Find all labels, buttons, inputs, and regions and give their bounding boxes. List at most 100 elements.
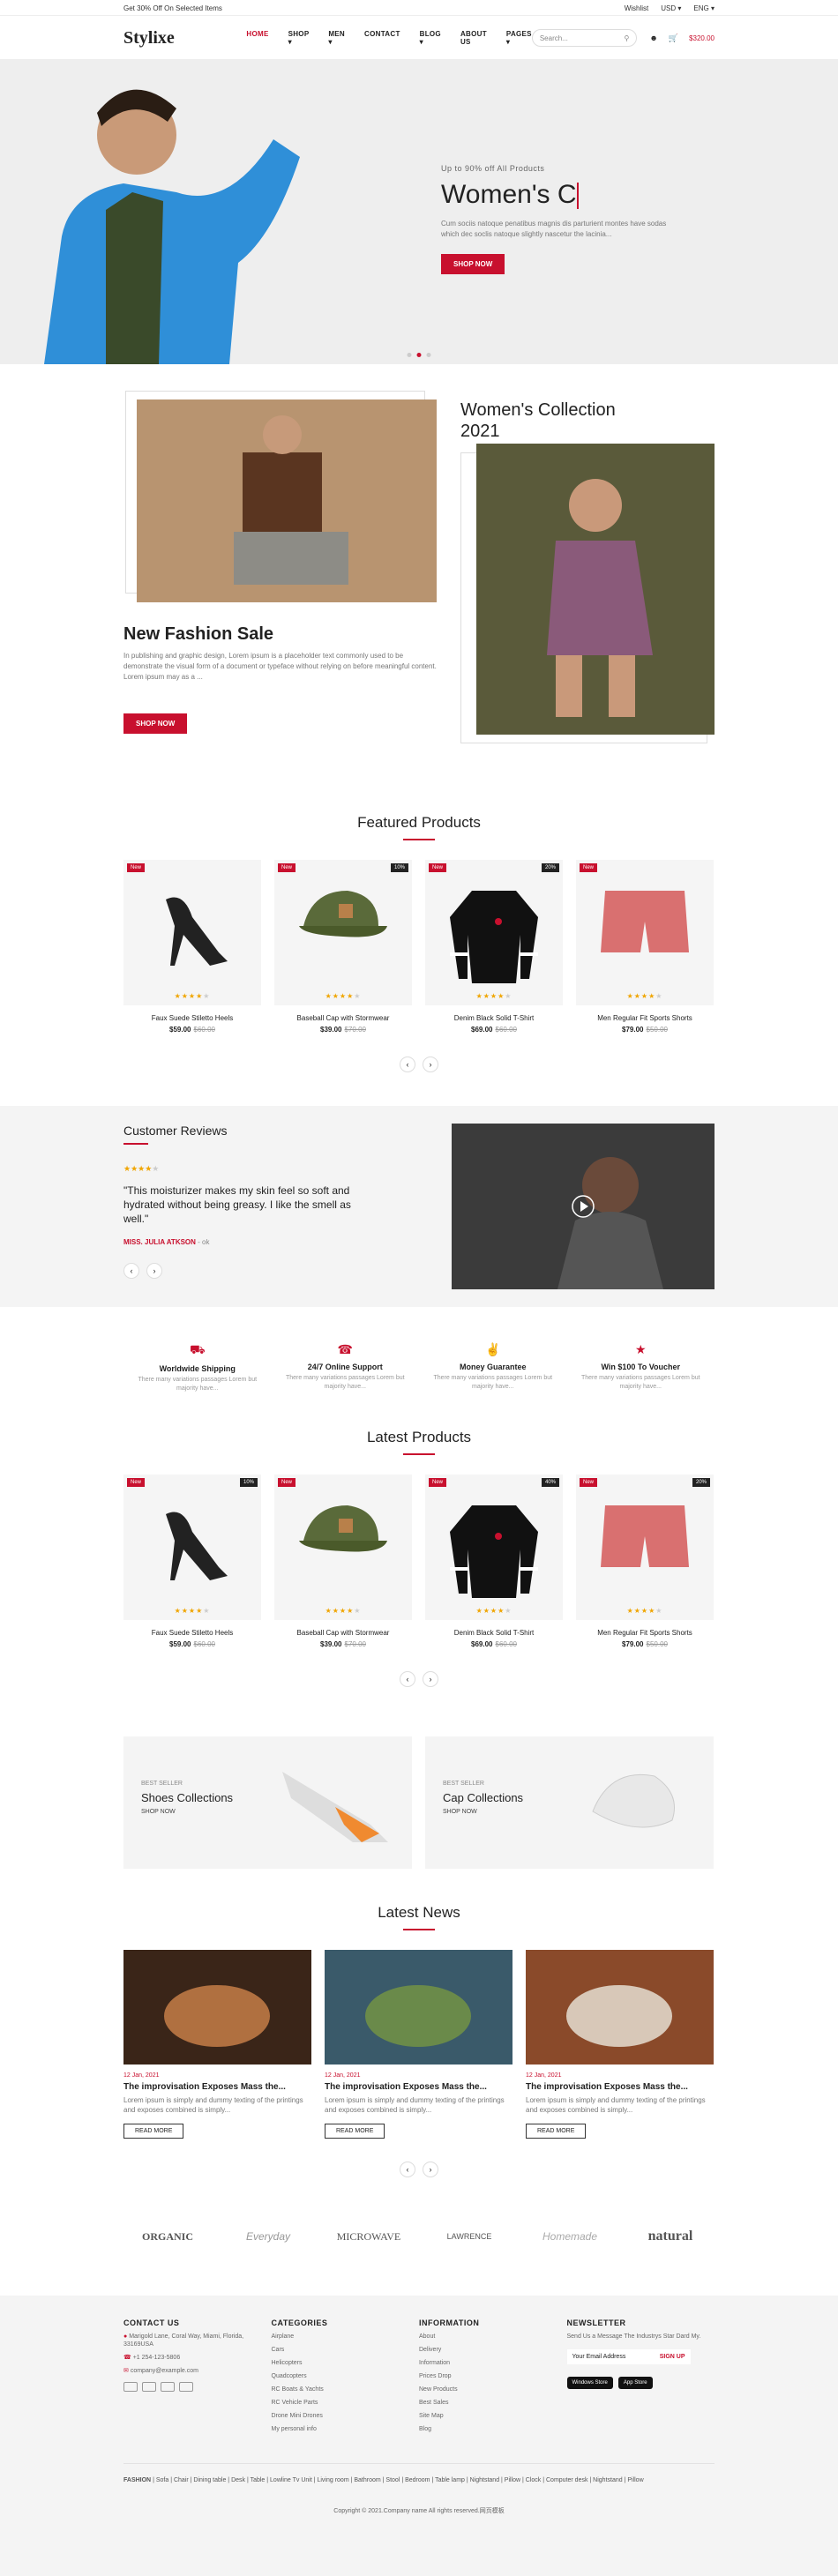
collection-section: New Fashion Sale In publishing and graph…: [123, 364, 715, 814]
next-arrow-icon[interactable]: ›: [423, 1057, 438, 1072]
footer-category-link[interactable]: Helicopters: [272, 2359, 420, 2367]
nav-pages[interactable]: PAGES ▾: [506, 30, 532, 46]
review-video-image[interactable]: [452, 1124, 715, 1289]
nav-contact[interactable]: CONTACT: [364, 30, 400, 46]
footer-info-link[interactable]: Best Sales: [419, 2399, 567, 2407]
product-name[interactable]: Faux Suede Stiletto Heels: [123, 1629, 261, 1637]
next-arrow-icon[interactable]: ›: [423, 1671, 438, 1687]
news-image[interactable]: [123, 1950, 311, 2065]
nav-shop[interactable]: SHOP ▾: [288, 30, 310, 46]
product-image[interactable]: New 10% ★★★★★: [123, 1475, 261, 1620]
product-image[interactable]: New ★★★★★: [576, 860, 714, 1005]
product-image[interactable]: New 20% ★★★★★: [576, 1475, 714, 1620]
windows-store-badge[interactable]: Windows Store: [566, 2377, 613, 2389]
footer: CONTACT US ● Marigold Lane, Coral Way, M…: [0, 2296, 838, 2576]
prev-arrow-icon[interactable]: ‹: [400, 1671, 415, 1687]
prev-arrow-icon[interactable]: ‹: [400, 2162, 415, 2177]
read-more-button[interactable]: READ MORE: [526, 2124, 587, 2139]
footer-info-link[interactable]: Prices Drop: [419, 2372, 567, 2380]
footer-category-link[interactable]: Drone Mini Drones: [272, 2412, 420, 2420]
brand-logo: MICROWAVE: [336, 2229, 401, 2243]
support-icon: ☎: [337, 1342, 353, 1356]
product-card[interactable]: New 40% ★★★★★ Denim Black Solid T-Shirt $69.…: [425, 1475, 563, 1648]
newsletter-email-field[interactable]: Your Email Address SIGN UP: [566, 2349, 691, 2364]
slider-dot-active[interactable]: [416, 353, 422, 357]
product-image[interactable]: New 40% ★★★★★: [425, 1475, 563, 1620]
rating-stars: ★★★★★: [626, 992, 663, 1000]
footer-info-link[interactable]: About: [419, 2333, 567, 2341]
product-card[interactable]: New 10% ★★★★★ Faux Suede Stiletto Heels $59.…: [123, 1475, 261, 1648]
footer-category-link[interactable]: RC Boats & Yachts: [272, 2386, 420, 2393]
footer-category-link[interactable]: RC Vehicle Parts: [272, 2399, 420, 2407]
cart-icon[interactable]: 🛒: [669, 34, 678, 43]
news-title[interactable]: The improvisation Exposes Mass the...: [123, 2082, 311, 2092]
nav-men[interactable]: MEN ▾: [328, 30, 345, 46]
footer-category-link[interactable]: Quadcopters: [272, 2372, 420, 2380]
fashion-sale-image: [137, 399, 437, 602]
footer-category-link[interactable]: My personal info: [272, 2425, 420, 2433]
mail-icon: ✉: [123, 2368, 129, 2374]
footer-category-link[interactable]: Airplane: [272, 2333, 420, 2341]
search-input[interactable]: Search... ⚲: [531, 29, 638, 47]
cart-price: $320.00: [689, 34, 715, 42]
product-card[interactable]: New ★★★★★ Baseball Cap with Stormwear $39.0…: [274, 1475, 412, 1648]
footer-info-link[interactable]: New Products: [419, 2386, 567, 2393]
product-card[interactable]: New 10% ★★★★★ Baseball Cap with Stormwear $3…: [274, 860, 412, 1034]
banner-shop-link[interactable]: SHOP NOW: [141, 1809, 176, 1815]
fashion-sale-button[interactable]: SHOP NOW: [123, 713, 188, 734]
news-image[interactable]: [325, 1950, 513, 2065]
product-name[interactable]: Faux Suede Stiletto Heels: [123, 1014, 261, 1022]
next-arrow-icon[interactable]: ›: [146, 1263, 162, 1279]
user-icon[interactable]: ☻: [649, 34, 657, 42]
product-name[interactable]: Men Regular Fit Sports Shorts: [576, 1014, 714, 1022]
logo[interactable]: Stylixe: [123, 28, 246, 49]
product-card[interactable]: New ★★★★★ Men Regular Fit Sports Shorts $79…: [576, 860, 714, 1034]
wishlist-link[interactable]: Wishlist: [625, 4, 649, 12]
read-more-button[interactable]: READ MORE: [325, 2124, 385, 2139]
product-image[interactable]: New 20% ★★★★★: [425, 860, 563, 1005]
product-name[interactable]: Denim Black Solid T-Shirt: [425, 1629, 563, 1637]
search-icon[interactable]: ⚲: [625, 34, 630, 42]
footer-info-link[interactable]: Site Map: [419, 2412, 567, 2420]
news-image[interactable]: [526, 1950, 714, 2065]
prev-arrow-icon[interactable]: ‹: [123, 1263, 139, 1279]
banner-shop-link[interactable]: SHOP NOW: [443, 1809, 477, 1815]
footer-contact: CONTACT US ● Marigold Lane, Coral Way, M…: [123, 2318, 272, 2438]
slider-dot[interactable]: [407, 353, 412, 357]
feature-item: ✌ Money Guarantee There many variations pa…: [419, 1342, 567, 1393]
email-text[interactable]: ✉ company@example.com: [123, 2367, 272, 2375]
news-title[interactable]: The improvisation Exposes Mass the...: [526, 2082, 714, 2092]
product-name[interactable]: Baseball Cap with Stormwear: [274, 1014, 412, 1022]
discount-badge: 20%: [541, 863, 559, 872]
nav-about[interactable]: ABOUT US: [460, 30, 487, 46]
cap-banner[interactable]: BEST SELLER Cap Collections SHOP NOW: [425, 1736, 714, 1869]
hero-shop-button[interactable]: SHOP NOW: [441, 254, 505, 274]
product-name[interactable]: Baseball Cap with Stormwear: [274, 1629, 412, 1637]
footer-info-link[interactable]: Blog: [419, 2425, 567, 2433]
news-title[interactable]: The improvisation Exposes Mass the...: [325, 2082, 513, 2092]
new-badge: New: [429, 1478, 447, 1487]
product-image[interactable]: New 10% ★★★★★: [274, 860, 412, 1005]
product-card[interactable]: New 20% ★★★★★ Denim Black Solid T-Shirt $69.…: [425, 860, 563, 1034]
signup-button[interactable]: SIGN UP: [660, 2354, 685, 2360]
product-card[interactable]: New 20% ★★★★★ Men Regular Fit Sports Shorts…: [576, 1475, 714, 1648]
prev-arrow-icon[interactable]: ‹: [400, 1057, 415, 1072]
footer-info-link[interactable]: Delivery: [419, 2346, 567, 2354]
nav-blog[interactable]: BLOG ▾: [420, 30, 441, 46]
slider-dot[interactable]: [426, 353, 431, 357]
product-card[interactable]: New ★★★★★ Faux Suede Stiletto Heels $59.00 $…: [123, 860, 261, 1034]
product-image[interactable]: New ★★★★★: [274, 1475, 412, 1620]
read-more-button[interactable]: READ MORE: [123, 2124, 184, 2139]
footer-category-link[interactable]: Cars: [272, 2346, 420, 2354]
product-name[interactable]: Denim Black Solid T-Shirt: [425, 1014, 563, 1022]
language-select[interactable]: ENG ▾: [693, 4, 715, 12]
currency-select[interactable]: USD ▾: [661, 4, 681, 12]
next-arrow-icon[interactable]: ›: [423, 2162, 438, 2177]
footer-info-link[interactable]: Information: [419, 2359, 567, 2367]
nav-home[interactable]: HOME: [246, 30, 268, 46]
product-name[interactable]: Men Regular Fit Sports Shorts: [576, 1629, 714, 1637]
product-image[interactable]: New ★★★★★: [123, 860, 261, 1005]
review-quote: "This moisturizer makes my skin feel so …: [123, 1184, 351, 1225]
shoes-banner[interactable]: BEST SELLER Shoes Collections SHOP NOW: [123, 1736, 412, 1869]
app-store-badge[interactable]: App Store: [617, 2377, 653, 2389]
